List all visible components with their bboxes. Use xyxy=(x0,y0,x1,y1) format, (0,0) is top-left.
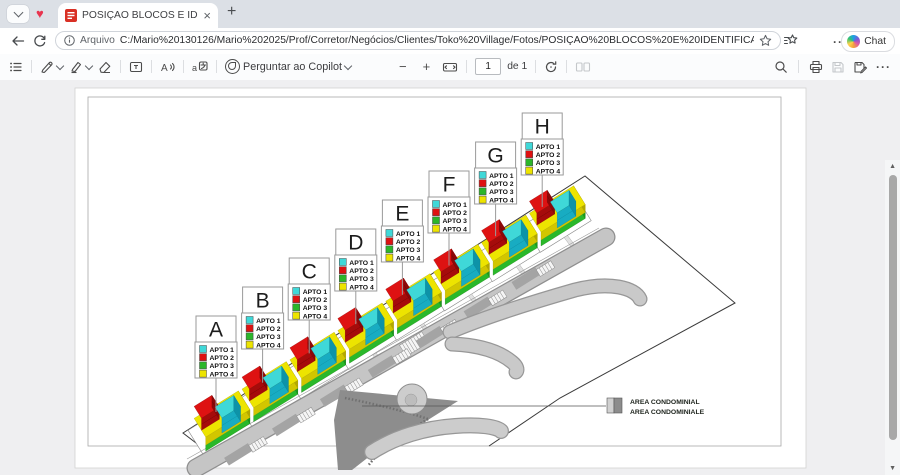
back-button[interactable] xyxy=(11,34,25,48)
browser-window: ♥ POSIÇAO BLOCOS E IDENTIFICAÇÃ × + xyxy=(0,0,900,475)
page-view-button-disabled xyxy=(575,60,591,74)
pdf-file-icon xyxy=(65,9,77,22)
scroll-up-arrow[interactable]: ▲ xyxy=(889,163,896,170)
chat-label: Chat xyxy=(864,36,886,47)
url-input[interactable]: Arquivo C:/Mario%20130126/Mario%202025/P… xyxy=(55,31,781,50)
block-letter: E xyxy=(395,203,409,226)
chevron-down-icon xyxy=(13,8,23,18)
scrollbar[interactable]: ▲ ▼ xyxy=(885,160,900,475)
ask-copilot-button[interactable]: Perguntar ao Copilot xyxy=(225,59,351,74)
new-tab-button[interactable]: + xyxy=(227,3,236,21)
save-as-button[interactable] xyxy=(853,60,868,74)
fit-to-width-button[interactable] xyxy=(442,60,458,74)
page-count-label: de 1 xyxy=(507,61,527,72)
scrollbar-thumb[interactable] xyxy=(889,175,897,440)
highlight-button[interactable] xyxy=(69,60,92,74)
apto-label: APTO 2 xyxy=(443,210,468,217)
copilot-icon xyxy=(847,35,860,48)
draw-pen-button[interactable] xyxy=(40,60,63,74)
apto-label: APTO 4 xyxy=(443,226,468,233)
block-letter: G xyxy=(487,145,503,168)
apto-label: APTO 2 xyxy=(256,326,281,333)
search-button[interactable] xyxy=(774,60,788,74)
rotate-button[interactable] xyxy=(544,60,558,74)
apto-label: APTO 3 xyxy=(303,305,328,312)
apto-label: APTO 2 xyxy=(536,152,561,159)
apto-label: APTO 1 xyxy=(536,144,561,151)
apto-label: APTO 2 xyxy=(489,181,514,188)
block-letter: C xyxy=(302,261,317,284)
block-letter: F xyxy=(443,174,456,197)
table-of-contents-button[interactable] xyxy=(9,60,23,74)
tab-title: POSIÇAO BLOCOS E IDENTIFICAÇÃ xyxy=(82,10,198,21)
erase-button[interactable] xyxy=(98,60,112,74)
apto-label: APTO 3 xyxy=(349,276,374,283)
chevron-down-icon xyxy=(344,61,352,69)
apto-label: APTO 4 xyxy=(489,197,514,204)
pdf-viewer: AREA CONDOMINIAL AREA CONDOMINIALE A APTO… xyxy=(0,80,900,475)
add-text-button[interactable] xyxy=(129,60,143,74)
apto-label: APTO 2 xyxy=(303,297,328,304)
apto-label: APTO 1 xyxy=(443,202,468,209)
file-scheme-label: Arquivo xyxy=(80,35,115,46)
address-bar: Arquivo C:/Mario%20130126/Mario%202025/P… xyxy=(0,28,900,55)
page-number-input[interactable] xyxy=(475,58,501,75)
area-legend-line1: AREA CONDOMINIAL xyxy=(630,399,700,406)
apto-label: APTO 3 xyxy=(443,218,468,225)
chevron-down-icon xyxy=(56,61,64,69)
copilot-outline-icon xyxy=(225,59,240,74)
apto-label: APTO 3 xyxy=(396,247,421,254)
apto-label: APTO 3 xyxy=(489,189,514,196)
refresh-button[interactable] xyxy=(33,34,47,48)
chevron-down-icon xyxy=(85,61,93,69)
apto-label: APTO 1 xyxy=(349,260,374,267)
scroll-down-arrow[interactable]: ▼ xyxy=(889,465,896,472)
svg-text:A: A xyxy=(161,63,168,74)
save-button-disabled xyxy=(831,60,845,74)
block-letter: H xyxy=(535,116,550,139)
apto-label: APTO 3 xyxy=(536,160,561,167)
area-legend-line2: AREA CONDOMINIALE xyxy=(630,409,705,416)
info-icon[interactable] xyxy=(64,35,75,46)
add-favorite-star-icon[interactable] xyxy=(759,34,772,47)
apto-label: APTO 1 xyxy=(396,231,421,238)
zoom-in-button[interactable]: + xyxy=(423,59,431,74)
apto-label: APTO 1 xyxy=(303,289,328,296)
apto-label: APTO 1 xyxy=(256,318,281,325)
copilot-chat-button[interactable]: Chat xyxy=(841,31,895,52)
tab-search-button[interactable] xyxy=(7,5,29,23)
tab-close-icon[interactable]: × xyxy=(203,9,211,22)
apto-label: APTO 2 xyxy=(396,239,421,246)
browser-essentials-heart-icon[interactable]: ♥ xyxy=(36,6,44,21)
apto-label: APTO 2 xyxy=(210,355,235,362)
favorites-hub-icon[interactable] xyxy=(783,33,798,48)
read-aloud-button[interactable]: A xyxy=(160,60,175,74)
apto-label: APTO 3 xyxy=(210,363,235,370)
block-letter: A xyxy=(209,319,223,342)
apto-label: APTO 3 xyxy=(256,334,281,341)
apto-label: APTO 4 xyxy=(303,313,328,320)
tab-bar: ♥ POSIÇAO BLOCOS E IDENTIFICAÇÃ × + xyxy=(0,0,900,28)
zoom-out-button[interactable]: − xyxy=(399,59,407,74)
url-text: C:/Mario%20130126/Mario%202025/Prof/Corr… xyxy=(120,35,754,46)
print-button[interactable] xyxy=(809,60,823,74)
pdf-page-site-plan: AREA CONDOMINIAL AREA CONDOMINIALE A APTO… xyxy=(0,80,900,475)
svg-text:a: a xyxy=(192,63,197,73)
apto-label: APTO 4 xyxy=(210,371,235,378)
block-letter: B xyxy=(256,290,270,313)
apto-label: APTO 4 xyxy=(396,255,421,262)
apto-label: APTO 4 xyxy=(256,342,281,349)
pdf-toolbar: A a Perguntar ao Copilot − + de 1 xyxy=(0,54,900,81)
translate-button[interactable]: a xyxy=(192,60,208,74)
ask-copilot-label: Perguntar ao Copilot xyxy=(243,61,342,73)
pdf-more-button[interactable]: ··· xyxy=(876,60,891,74)
apto-label: APTO 4 xyxy=(349,284,374,291)
block-letter: D xyxy=(348,232,363,255)
apto-label: APTO 4 xyxy=(536,168,561,175)
apto-label: APTO 2 xyxy=(349,268,374,275)
tab-active[interactable]: POSIÇAO BLOCOS E IDENTIFICAÇÃ × xyxy=(58,3,218,28)
apto-label: APTO 1 xyxy=(210,347,235,354)
apto-label: APTO 1 xyxy=(489,173,514,180)
